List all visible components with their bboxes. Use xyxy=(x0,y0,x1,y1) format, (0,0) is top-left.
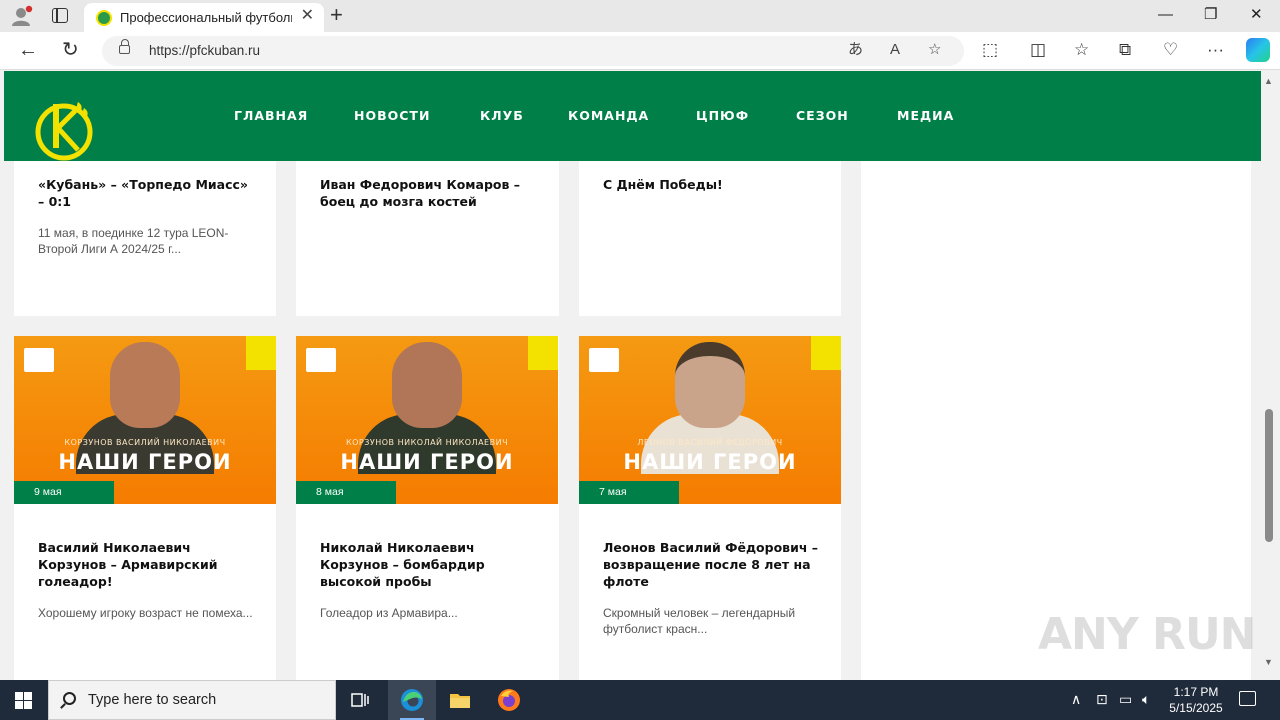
firefox-icon[interactable] xyxy=(497,688,521,712)
banner-person-name: КОРЗУНОВ ВАСИЛИЙ НИКОЛАЕВИЧ xyxy=(64,438,226,447)
active-tab[interactable]: Профессиональный футбольный клуб «Кубань… xyxy=(84,3,324,32)
site-favicon-icon xyxy=(96,10,112,26)
nav-team[interactable]: КОМАНДА xyxy=(568,108,649,123)
news-excerpt: Хорошему игроку возраст не помеха... xyxy=(38,606,253,620)
portrait-face xyxy=(110,342,180,428)
edge-taskbar-button[interactable] xyxy=(388,680,436,720)
portrait-face xyxy=(392,342,462,428)
news-date: 9 мая xyxy=(34,486,62,498)
watermark: ANY RUN xyxy=(1038,609,1256,660)
more-menu-icon[interactable]: ··· xyxy=(1207,41,1224,59)
favorites-icon[interactable]: ☆ xyxy=(1074,41,1089,59)
banner-heading: НАШИ ГЕРОИ xyxy=(340,450,514,474)
club-logo-icon xyxy=(246,336,276,370)
date-badge: 9 мая xyxy=(14,481,114,504)
clock-time: 1:17 PM xyxy=(1173,685,1219,699)
address-toolbar: ← ↻ https://pfckuban.ru あ A ☆ ⬚ ◫ ☆ ⧉ ♡ … xyxy=(0,32,1280,70)
club-logo-icon xyxy=(811,336,841,370)
news-excerpt: Голеадор из Армавира... xyxy=(320,606,458,620)
refresh-icon[interactable]: ↻ xyxy=(62,40,79,60)
file-explorer-icon[interactable] xyxy=(448,688,472,712)
news-excerpt: Скромный человек – легендарный футболист… xyxy=(603,606,796,636)
extensions-icon[interactable]: ⬚ xyxy=(982,41,998,59)
collections-icon[interactable]: ⧉ xyxy=(1119,41,1131,59)
news-banner-image[interactable]: КОРЗУНОВ ВАСИЛИЙ НИКОЛАЕВИЧ НАШИ ГЕРОИ 9… xyxy=(14,336,276,504)
news-title[interactable]: Иван Федорович Комаров – боец до мозга к… xyxy=(320,176,540,210)
tab-actions-icon[interactable] xyxy=(52,8,68,23)
show-hidden-icons[interactable]: ∧ xyxy=(1071,691,1081,707)
news-date: 7 мая xyxy=(599,486,627,498)
nav-home[interactable]: ГЛАВНАЯ xyxy=(234,108,308,123)
partner-logo-icon xyxy=(589,348,619,372)
news-card[interactable]: КОРЗУНОВ НИКОЛАЙ НИКОЛАЕВИЧ НАШИ ГЕРОИ 8… xyxy=(296,336,559,680)
close-tab-icon[interactable]: ✕ xyxy=(301,8,314,24)
news-title[interactable]: Василий Николаевич Корзунов – Армавирски… xyxy=(38,539,258,590)
restore-button[interactable]: ❐ xyxy=(1204,6,1217,24)
banner-person-name: КОРЗУНОВ НИКОЛАЙ НИКОЛАЕВИЧ xyxy=(345,438,509,447)
sidebar-panel xyxy=(861,161,1251,680)
partner-logo-icon xyxy=(306,348,336,372)
web-page: «Кубань» – «Торпедо Миасс» – 0:1 11 мая,… xyxy=(0,71,1280,680)
date-badge: 8 мая xyxy=(296,481,396,504)
news-banner-image[interactable]: ЛЕОНОВ ВАСИЛИЙ ФЕДОРОВИЧ НАШИ ГЕРОИ 7 ма… xyxy=(579,336,841,504)
profile-icon[interactable] xyxy=(10,5,34,27)
scroll-up-icon[interactable]: ▲ xyxy=(1264,76,1273,86)
club-logo[interactable] xyxy=(34,96,96,164)
scrollbar-track[interactable] xyxy=(1261,71,1280,680)
news-title[interactable]: Леонов Василий Фёдорович – возвращение п… xyxy=(603,539,823,590)
site-header: ГЛАВНАЯ НОВОСТИ КЛУБ КОМАНДА ЦПЮФ СЕЗОН … xyxy=(4,71,1261,161)
favorite-star-icon[interactable]: ☆ xyxy=(928,41,941,59)
news-excerpt: 11 мая, в поединке 12 тура LEON-Второй Л… xyxy=(38,226,229,256)
close-window-button[interactable]: ✕ xyxy=(1250,6,1263,24)
taskbar: Type here to search ∧ ⊡ ▭ 🔈︎ 1:17 PM 5/1… xyxy=(0,680,1280,720)
copilot-icon[interactable] xyxy=(1246,38,1270,62)
nav-season[interactable]: СЕЗОН xyxy=(796,108,849,123)
windows-start-icon[interactable] xyxy=(15,692,32,709)
news-banner-image[interactable]: КОРЗУНОВ НИКОЛАЙ НИКОЛАЕВИЧ НАШИ ГЕРОИ 8… xyxy=(296,336,558,504)
minimize-button[interactable]: — xyxy=(1158,6,1173,24)
back-arrow-icon[interactable]: ← xyxy=(18,40,38,60)
tab-title: Профессиональный футбольный клуб «Кубань… xyxy=(120,10,292,25)
address-bar[interactable]: https://pfckuban.ru あ A ☆ xyxy=(102,36,964,66)
banner-heading: НАШИ ГЕРОИ xyxy=(623,450,797,474)
meet-now-icon[interactable]: ⊡ xyxy=(1096,691,1108,707)
news-card[interactable]: КОРЗУНОВ ВАСИЛИЙ НИКОЛАЕВИЧ НАШИ ГЕРОИ 9… xyxy=(14,336,276,680)
club-logo-icon xyxy=(528,336,558,370)
system-clock[interactable]: 1:17 PM 5/15/2025 xyxy=(1163,684,1229,716)
lock-icon[interactable] xyxy=(119,39,130,54)
news-card[interactable]: ЛЕОНОВ ВАСИЛИЙ ФЕДОРОВИЧ НАШИ ГЕРОИ 7 ма… xyxy=(579,336,841,680)
news-title[interactable]: «Кубань» – «Торпедо Миасс» – 0:1 xyxy=(38,176,258,210)
banner-person-name: ЛЕОНОВ ВАСИЛИЙ ФЕДОРОВИЧ xyxy=(637,438,783,447)
partner-logo-icon xyxy=(24,348,54,372)
translate-icon[interactable]: あ xyxy=(848,41,863,59)
search-icon xyxy=(63,692,76,705)
new-tab-button[interactable]: + xyxy=(330,3,343,27)
news-title[interactable]: Николай Николаевич Корзунов – бомбардир … xyxy=(320,539,540,590)
nav-academy[interactable]: ЦПЮФ xyxy=(696,108,749,123)
news-date: 8 мая xyxy=(316,486,344,498)
split-screen-icon[interactable]: ◫ xyxy=(1030,41,1046,59)
scroll-down-icon[interactable]: ▼ xyxy=(1264,657,1273,667)
network-icon[interactable]: ▭ xyxy=(1119,691,1132,707)
notifications-icon[interactable] xyxy=(1239,691,1256,706)
banner-heading: НАШИ ГЕРОИ xyxy=(58,450,232,474)
task-view-icon[interactable] xyxy=(348,688,372,712)
browser-tab-strip: Профессиональный футбольный клуб «Кубань… xyxy=(0,0,1280,32)
date-badge: 7 мая xyxy=(579,481,679,504)
nav-club[interactable]: КЛУБ xyxy=(480,108,524,123)
scrollbar-thumb[interactable] xyxy=(1265,409,1273,542)
read-aloud-icon[interactable]: A xyxy=(890,41,900,59)
clock-date: 5/15/2025 xyxy=(1169,701,1223,715)
edge-icon xyxy=(400,688,424,712)
nav-media[interactable]: МЕДИА xyxy=(897,108,954,123)
taskbar-search-box[interactable]: Type here to search xyxy=(48,680,336,720)
search-placeholder[interactable]: Type here to search xyxy=(88,692,216,708)
url-text[interactable]: https://pfckuban.ru xyxy=(149,43,260,58)
browser-essentials-icon[interactable]: ♡ xyxy=(1163,41,1178,59)
news-title[interactable]: С Днём Победы! xyxy=(603,176,823,193)
nav-news[interactable]: НОВОСТИ xyxy=(354,108,430,123)
portrait-face xyxy=(675,342,745,428)
volume-icon[interactable]: 🔈︎ xyxy=(1142,691,1150,707)
